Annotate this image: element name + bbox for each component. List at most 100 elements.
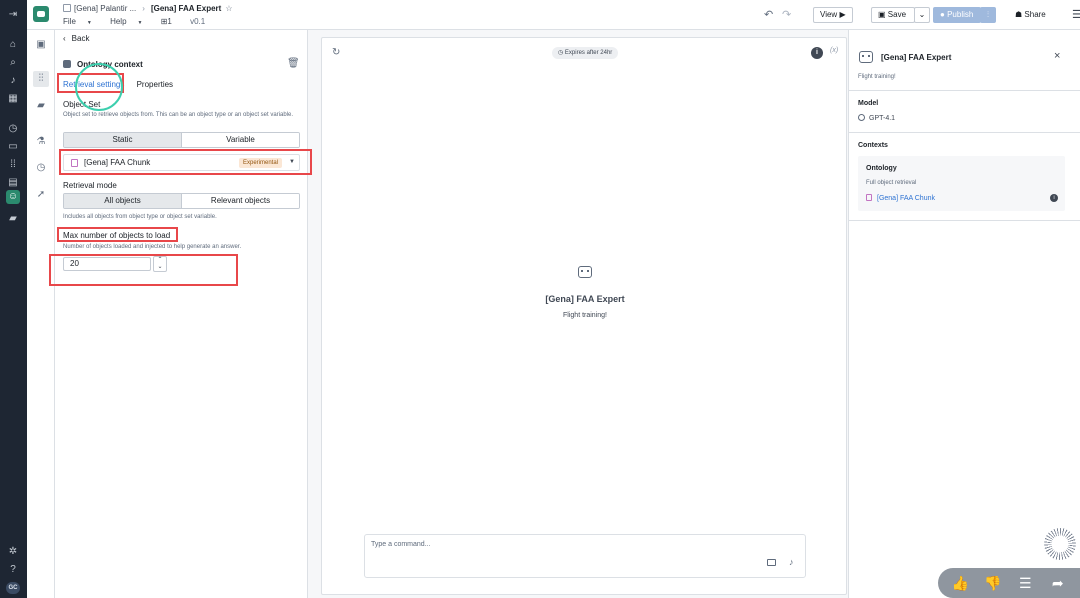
document-icon (63, 4, 71, 12)
publish-button[interactable]: ● Publish (933, 7, 981, 23)
search-icon[interactable]: ⌕ (6, 56, 20, 70)
divider (849, 220, 1080, 221)
folder-icon[interactable]: ▭ (6, 140, 20, 154)
loading-spinner-icon (1044, 528, 1076, 560)
ontology-context-panel: ‹ Back Ontology context 🗑 Retrieval setti… (55, 30, 308, 598)
context-description: Full object retrieval (866, 180, 917, 186)
save-options-button[interactable]: ⌄ (914, 7, 930, 23)
retrieval-mode-toggle: All objects Relevant objects (63, 193, 300, 209)
mode-all-objects[interactable]: All objects (64, 194, 182, 208)
agent-logo-icon (33, 6, 49, 22)
retrieval-mode-label: Retrieval mode (63, 181, 117, 190)
apps-grid-icon[interactable]: ▦ (6, 92, 20, 106)
comment-icon[interactable]: ☰ (1015, 573, 1035, 593)
microphone-icon[interactable]: ♪ (789, 557, 794, 567)
highlight-max-label (57, 227, 178, 242)
clock-icon: ◷ (558, 50, 564, 56)
agent-subtitle: Flight training! (563, 312, 607, 319)
command-placeholder: Type a command... (371, 541, 431, 548)
history-icon[interactable]: ◷ (6, 122, 20, 136)
help-menu[interactable]: Help ▼ (110, 17, 150, 26)
home-icon[interactable]: ⌂ (6, 38, 20, 52)
settings-sliders-icon[interactable]: ⫶⫶ (33, 71, 49, 87)
chevron-right-icon: › (142, 4, 145, 13)
share-arrow-icon[interactable]: ➦ (1048, 573, 1068, 593)
divider (849, 90, 1080, 91)
undo-icon[interactable]: ↶ (764, 8, 773, 21)
retrieval-mode-help: Includes all objects from object type or… (63, 214, 217, 220)
check-circle-icon: ● (940, 10, 945, 19)
agent-title: [Gena] FAA Expert (881, 53, 952, 62)
flask-icon[interactable]: ⚗ (33, 134, 49, 150)
model-label: Model (858, 100, 879, 107)
close-icon[interactable]: × (1054, 50, 1060, 62)
save-button[interactable]: ▣ Save (871, 7, 915, 23)
branch-count[interactable]: ⊞1 (161, 17, 180, 26)
projects-icon[interactable]: ▰ (6, 212, 20, 226)
mode-relevant-objects[interactable]: Relevant objects (182, 194, 299, 208)
variables-icon[interactable]: (x) (830, 47, 838, 54)
model-value: GPT-4.1 (858, 114, 895, 122)
breadcrumb-current: [Gena] FAA Expert (150, 4, 222, 13)
highlight-max-input (49, 254, 238, 286)
more-menu-icon[interactable]: ☰ (1072, 8, 1080, 21)
max-objects-help: Number of objects loaded and injected to… (63, 244, 242, 250)
tab-properties[interactable]: Properties (137, 80, 173, 89)
version-label: v0.1 (190, 17, 206, 26)
trash-icon[interactable]: 🗑 (287, 58, 300, 69)
context-card[interactable]: Ontology Full object retrieval [Gena] FA… (858, 156, 1065, 211)
context-link[interactable]: [Gena] FAA Chunk (866, 194, 935, 202)
command-input[interactable]: Type a command... ♪ (364, 534, 806, 578)
notifications-icon[interactable]: ♪ (6, 74, 20, 88)
redo-icon[interactable]: ↷ (782, 8, 791, 21)
thumbs-down-icon[interactable]: 👎 (983, 573, 1003, 593)
save-icon: ▣ (878, 10, 886, 19)
mode-variable[interactable]: Variable (182, 133, 299, 147)
contexts-label: Contexts (858, 142, 888, 149)
global-nav-rail: ⇥ ⌂ ⌕ ♪ ▦ ◷ ▭ ⁞⁞ ▤ ☺ ▰ ✲ ? GC (0, 0, 27, 598)
user-avatar[interactable]: GC (6, 582, 20, 594)
click-indicator (75, 63, 123, 111)
files-icon[interactable]: ▤ (6, 176, 20, 190)
refresh-icon[interactable]: ↻ (332, 47, 340, 58)
people-icon: ☗ (1015, 10, 1023, 19)
layout-icon[interactable]: ▣ (33, 37, 49, 53)
robot-icon (859, 51, 873, 63)
editor-sidebar: ▣ ⫶⫶ ▰ ⚗ ◷ ➚ (27, 30, 55, 598)
file-icon (866, 194, 872, 201)
chat-icon[interactable]: ▰ (33, 98, 49, 114)
image-icon[interactable] (767, 559, 776, 566)
all-apps-icon[interactable]: ⁞⁞ (6, 158, 20, 172)
history-icon[interactable]: ◷ (33, 160, 49, 176)
collapse-sidebar-icon[interactable]: ⇥ (6, 8, 20, 22)
help-icon[interactable]: ? (6, 563, 20, 577)
rocket-icon[interactable]: ➚ (33, 187, 49, 203)
publish-settings-button[interactable]: ⫶ (980, 7, 996, 23)
model-icon (858, 114, 865, 121)
object-set-help: Object set to retrieve objects from. Thi… (63, 112, 294, 118)
info-icon[interactable]: i (1050, 194, 1058, 202)
star-icon[interactable]: ☆ (225, 4, 232, 13)
mode-static[interactable]: Static (64, 133, 182, 147)
share-button[interactable]: ☗ Share (1015, 10, 1046, 19)
expires-badge: ◷ Expires after 24hr (552, 47, 619, 59)
view-button[interactable]: View ▶ (813, 7, 853, 23)
back-button[interactable]: ‹ Back (63, 34, 89, 43)
chat-preview: ↻ ◷ Expires after 24hr i (x) [Gena] FAA … (321, 37, 847, 595)
agent-studio-icon[interactable]: ☺ (6, 190, 20, 204)
file-menu[interactable]: File ▼ (63, 17, 100, 26)
robot-icon (578, 266, 592, 278)
context-title: Ontology (866, 165, 897, 172)
integrations-icon[interactable]: ✲ (6, 545, 20, 559)
highlight-object-set (59, 149, 312, 175)
agent-subtitle: Flight training! (858, 74, 896, 80)
app-header: [Gena] Palantir ... › [Gena] FAA Expert ☆ F… (27, 0, 1080, 30)
breadcrumb-parent[interactable]: [Gena] Palantir ... (74, 4, 136, 13)
info-icon[interactable]: i (811, 47, 823, 59)
divider (849, 132, 1080, 133)
menu-bar: File ▼ Help ▼ ⊞1 v0.1 (63, 17, 213, 26)
chevron-left-icon: ‹ (63, 34, 66, 43)
object-set-mode-toggle: Static Variable (63, 132, 300, 148)
feedback-toolbar: 👍 👎 ☰ ➦ (938, 568, 1080, 598)
thumbs-up-icon[interactable]: 👍 (950, 573, 970, 593)
